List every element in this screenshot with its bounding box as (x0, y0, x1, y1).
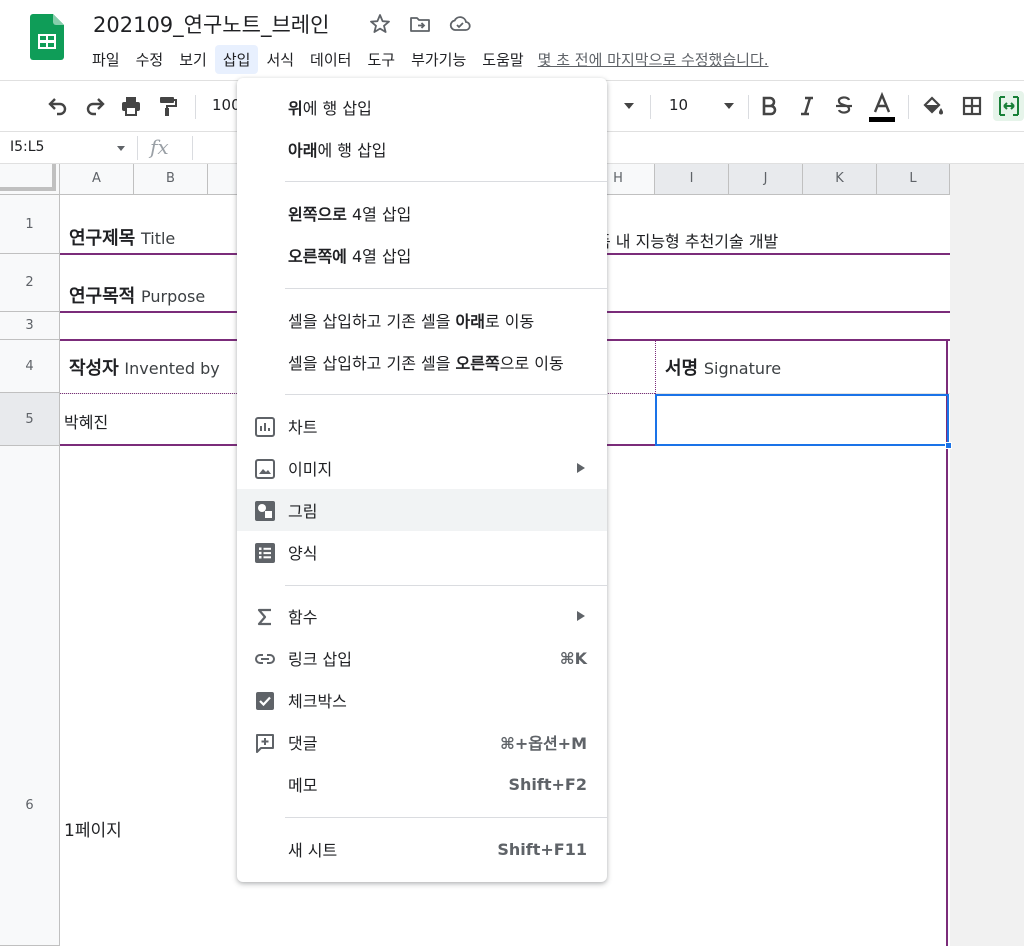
menu-insert-note[interactable]: 메모 Shift+F2 (237, 763, 607, 805)
menu-separator (285, 288, 607, 289)
form-icon (255, 543, 275, 563)
merge-cells-button[interactable] (993, 91, 1024, 121)
row-header-4[interactable]: 4 (0, 340, 60, 393)
font-size-caret-icon[interactable] (724, 103, 734, 109)
cloud-saved-icon[interactable] (448, 12, 472, 36)
cell-a1-title[interactable]: 연구제목 Title (69, 224, 175, 250)
toolbar-separator (195, 95, 196, 119)
formula-separator (137, 136, 138, 160)
select-all-corner[interactable] (0, 164, 60, 195)
submenu-arrow-icon (577, 463, 585, 473)
row-header-5[interactable]: 5 (0, 393, 60, 446)
menu-insert-link[interactable]: 링크 삽입 ⌘K (237, 637, 607, 679)
sigma-icon (257, 608, 271, 626)
fill-handle[interactable] (945, 442, 952, 449)
menu-insert-row-below[interactable]: 아래에 행 삽입 (237, 128, 607, 170)
bold-icon[interactable] (757, 94, 781, 118)
row-header-2[interactable]: 2 (0, 254, 60, 312)
insert-menu-dropdown: 위에 행 삽입 아래에 행 삽입 왼쪽으로 4열 삽입 오른쪽에 4열 삽입 셀… (237, 78, 607, 882)
checkbox-icon (256, 692, 274, 710)
menu-edit[interactable]: 수정 (128, 45, 172, 74)
cell-a6-page[interactable]: 1페이지 (64, 816, 122, 841)
menu-insert-new-sheet[interactable]: 새 시트 Shift+F11 (237, 828, 607, 870)
menu-help[interactable]: 도움말 (474, 45, 531, 74)
toolbar-separator (908, 95, 909, 119)
italic-icon[interactable] (795, 94, 819, 118)
cell-a5-author-name[interactable]: 박혜진 (64, 409, 108, 433)
print-icon[interactable] (119, 94, 143, 118)
cell-title-value[interactable]: 폼 내 지능형 추천기술 개발 (596, 228, 778, 252)
formula-separator (192, 136, 193, 160)
cell-a2-purpose[interactable]: 연구목적 Purpose (69, 282, 205, 308)
menu-data[interactable]: 데이터 (302, 45, 359, 74)
row-header-3[interactable]: 3 (0, 312, 60, 340)
text-color-icon[interactable] (867, 92, 897, 124)
star-icon[interactable] (368, 12, 392, 36)
move-folder-icon[interactable] (408, 12, 432, 36)
menu-separator (285, 585, 607, 586)
image-icon (255, 459, 275, 479)
menu-insert-cells-shift-right[interactable]: 셀을 삽입하고 기존 셀을 오른쪽으로 이동 (237, 341, 607, 383)
add-comment-icon (256, 734, 274, 753)
chart-icon (255, 417, 275, 437)
last-edit-link[interactable]: 몇 초 전에 마지막으로 수정했습니다. (538, 49, 769, 70)
merge-cells-icon (999, 96, 1019, 116)
menu-insert-cells-shift-down[interactable]: 셀을 삽입하고 기존 셀을 아래로 이동 (237, 299, 607, 341)
column-header-a[interactable]: A (60, 164, 134, 195)
menu-insert-comment[interactable]: 댓글 ⌘+옵션+M (237, 721, 607, 763)
submenu-arrow-icon (577, 611, 585, 621)
row-header-6[interactable]: 6 (0, 446, 60, 946)
menu-format[interactable]: 서식 (258, 45, 302, 74)
column-header-i[interactable]: I (655, 164, 729, 195)
menu-insert-checkbox[interactable]: 체크박스 (237, 679, 607, 721)
strikethrough-icon[interactable] (832, 94, 856, 118)
borders-icon[interactable] (960, 94, 984, 118)
name-box-caret-icon[interactable] (117, 146, 125, 151)
row-header-1[interactable]: 1 (0, 195, 60, 254)
column-header-b[interactable]: B (134, 164, 208, 195)
menu-separator (285, 394, 607, 395)
menu-insert-form[interactable]: 양식 (237, 531, 607, 573)
font-size-select[interactable]: 10 (669, 96, 688, 114)
column-header-k[interactable]: K (803, 164, 877, 195)
app-header: 202109_연구노트_브레인 파일 수정 보기 삽입 서식 데이터 도구 부가기능 도움말 몇 … (0, 0, 1024, 80)
menu-insert-columns-right[interactable]: 오른쪽에 4열 삽입 (237, 234, 607, 276)
link-icon (255, 654, 275, 664)
menu-tools[interactable]: 도구 (359, 45, 403, 74)
fill-color-icon[interactable] (921, 94, 945, 118)
menu-addons[interactable]: 부가기능 (403, 45, 474, 74)
redo-icon[interactable] (83, 94, 107, 118)
column-header-j[interactable]: J (729, 164, 803, 195)
menu-insert-function[interactable]: 함수 (237, 595, 607, 637)
cell-a4-author[interactable]: 작성자 Invented by (69, 354, 220, 380)
menu-insert-drawing[interactable]: 그림 (237, 489, 607, 531)
menu-insert-image[interactable]: 이미지 (237, 447, 607, 489)
column-header-l[interactable]: L (877, 164, 950, 195)
menu-insert-row-above[interactable]: 위에 행 삽입 (237, 86, 607, 128)
menu-separator (285, 817, 607, 818)
undo-icon[interactable] (46, 94, 70, 118)
menu-insert-columns-left[interactable]: 왼쪽으로 4열 삽입 (237, 192, 607, 234)
cell-selection-i5-l5[interactable] (655, 394, 949, 446)
name-box[interactable]: I5:L5 (10, 139, 44, 155)
drawing-icon (255, 501, 275, 521)
menu-file[interactable]: 파일 (84, 45, 128, 74)
menu-insert[interactable]: 삽입 (214, 44, 259, 74)
menu-insert-chart[interactable]: 차트 (237, 405, 607, 447)
cell-i4-signature[interactable]: 서명 Signature (665, 354, 781, 380)
menu-bar: 파일 수정 보기 삽입 서식 데이터 도구 부가기능 도움말 몇 초 전에 마지막으로 수정했습니… (84, 44, 769, 74)
fx-icon: fx (150, 135, 169, 159)
sheets-logo-icon[interactable] (30, 14, 64, 60)
grid-empty-area (950, 164, 1024, 946)
menu-separator (285, 181, 607, 182)
paint-format-icon[interactable] (155, 94, 179, 118)
menu-view[interactable]: 보기 (171, 45, 215, 74)
font-dropdown-caret-icon[interactable] (624, 103, 634, 109)
toolbar-separator (748, 95, 749, 119)
toolbar-separator (650, 95, 651, 119)
document-title[interactable]: 202109_연구노트_브레인 (93, 9, 329, 39)
